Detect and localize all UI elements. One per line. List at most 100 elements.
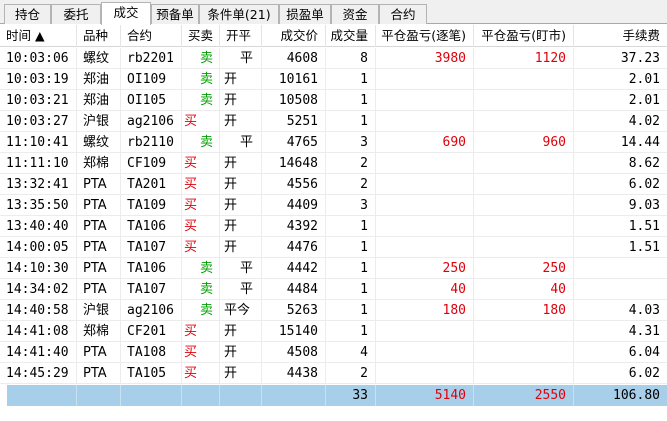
col-contract[interactable]: 合约: [121, 25, 182, 47]
col-volume[interactable]: 成交量: [326, 25, 376, 47]
cell-fee: 4.03: [628, 303, 660, 318]
cell-pnl-fifo: [376, 342, 474, 363]
tab-prepared-orders[interactable]: 预备单: [151, 4, 199, 24]
cell-volume: 1: [326, 69, 376, 90]
cell-open-close: 开: [220, 237, 262, 258]
cell-time: 13:32:41: [0, 174, 77, 195]
cell-price: 5251: [262, 111, 326, 132]
table-row[interactable]: 10:03:27 沪银 ag2106 买开 5251 1 4.02: [0, 111, 667, 132]
total-fee: 106.80: [613, 388, 660, 403]
col-pnl-fifo[interactable]: 平仓盈亏(逐笔): [376, 25, 474, 47]
table-row[interactable]: 13:32:41 PTA TA201 买开 4556 2 6.02: [0, 174, 667, 195]
cell-contract: rb2201: [121, 48, 182, 69]
cell-side: 卖: [182, 279, 220, 300]
table-row[interactable]: 13:40:40 PTA TA106 买开 4392 1 1.51: [0, 216, 667, 237]
cell-fee: 6.02: [628, 366, 660, 381]
cell-time: 10:03:21: [0, 90, 77, 111]
cell-pnl-mtm: [474, 363, 574, 384]
cell-time: 10:03:06: [0, 48, 77, 69]
cell-open-close: 开: [220, 111, 262, 132]
col-fee[interactable]: 手续费: [574, 25, 667, 47]
cell-price: 10161: [262, 69, 326, 90]
col-price[interactable]: 成交价: [262, 25, 326, 47]
cell-price: 4409: [262, 195, 326, 216]
cell-volume: 2: [326, 153, 376, 174]
trades-table-body: 10:03:06 螺纹 rb2201 卖平 4608 8 3980 1120 37.23 10:0…: [0, 48, 667, 384]
tab-orders[interactable]: 委托: [51, 4, 101, 24]
table-row[interactable]: 14:41:08 郑棉 CF201 买开 15140 1 4.31: [0, 321, 667, 342]
cell-contract: TA109: [121, 195, 182, 216]
cell-pnl-mtm: [474, 195, 574, 216]
cell-contract: rb2110: [121, 132, 182, 153]
cell-pnl-fifo: [376, 153, 474, 174]
cell-side: 卖: [182, 300, 220, 321]
table-row[interactable]: 11:10:41 螺纹 rb2110 卖平 4765 3 690 960 14.44: [0, 132, 667, 153]
cell-product: 螺纹: [77, 132, 121, 153]
cell-product: 郑棉: [77, 153, 121, 174]
col-pnl-mtm[interactable]: 平仓盈亏(盯市): [474, 25, 574, 47]
table-row[interactable]: 11:11:10 郑棉 CF109 买开 14648 2 8.62: [0, 153, 667, 174]
table-row[interactable]: 14:41:40 PTA TA108 买开 4508 4 6.04: [0, 342, 667, 363]
col-side[interactable]: 买卖: [182, 25, 220, 47]
table-row[interactable]: 14:40:58 沪银 ag2106 卖平今 5263 1 180 180 4.03: [0, 300, 667, 321]
table-row[interactable]: 14:45:29 PTA TA105 买开 4438 2 6.02: [0, 363, 667, 384]
col-time[interactable]: 时间 ▲: [0, 25, 77, 47]
cell-open-close: 开: [220, 174, 262, 195]
table-row[interactable]: 14:34:02 PTA TA107 卖平 4484 1 40 40: [0, 279, 667, 300]
cell-side: 卖: [182, 132, 220, 153]
cell-volume: 8: [326, 48, 376, 69]
cell-pnl-fifo: 690: [376, 132, 474, 153]
table-row[interactable]: 14:00:05 PTA TA107 买开 4476 1 1.51: [0, 237, 667, 258]
cell-time: 14:34:02: [0, 279, 77, 300]
tab-conditional-orders[interactable]: 条件单(21): [199, 4, 279, 24]
cell-price: 4438: [262, 363, 326, 384]
table-row[interactable]: 13:35:50 PTA TA109 买开 4409 3 9.03: [0, 195, 667, 216]
cell-product: 郑油: [77, 90, 121, 111]
tab-positions[interactable]: 持仓: [4, 4, 51, 24]
col-product[interactable]: 品种: [77, 25, 121, 47]
total-blank-2: [77, 385, 121, 406]
cell-pnl-fifo: [376, 90, 474, 111]
total-blank-6: [262, 385, 326, 406]
table-row[interactable]: 14:10:30 PTA TA106 卖平 4442 1 250 250: [0, 258, 667, 279]
cell-pnl-fifo: [376, 216, 474, 237]
cell-open-close: 开: [220, 216, 262, 237]
cell-open-close: 平: [220, 132, 262, 153]
tab-contracts[interactable]: 合约: [379, 4, 427, 24]
table-row[interactable]: 10:03:21 郑油 OI105 卖开 10508 1 2.01: [0, 90, 667, 111]
cell-fee: 1.51: [628, 240, 660, 255]
cell-pnl-mtm: [474, 69, 574, 90]
cell-pnl-mtm: [474, 342, 574, 363]
tab-stop-orders[interactable]: 损盈单: [279, 4, 331, 24]
cell-side: 买: [182, 363, 220, 384]
cell-fee: 2.01: [628, 72, 660, 87]
cell-pnl-mtm: 40: [474, 279, 574, 300]
cell-time: 14:45:29: [0, 363, 77, 384]
cell-pnl-fifo: 3980: [376, 48, 474, 69]
cell-fee: 14.44: [620, 135, 660, 150]
cell-volume: 1: [326, 258, 376, 279]
cell-fee: 6.02: [628, 177, 660, 192]
cell-contract: OI105: [121, 90, 182, 111]
cell-fee: [574, 258, 667, 279]
tab-trades[interactable]: 成交: [101, 2, 151, 25]
cell-time: 10:03:27: [0, 111, 77, 132]
cell-fee: 4.02: [628, 114, 660, 129]
cell-volume: 3: [326, 195, 376, 216]
cell-open-close: 开: [220, 153, 262, 174]
cell-pnl-mtm: [474, 174, 574, 195]
cell-price: 14648: [262, 153, 326, 174]
col-open-close[interactable]: 开平: [220, 25, 262, 47]
cell-pnl-fifo: [376, 174, 474, 195]
cell-product: 螺纹: [77, 48, 121, 69]
cell-open-close: 平: [220, 258, 262, 279]
table-row[interactable]: 10:03:06 螺纹 rb2201 卖平 4608 8 3980 1120 37.23: [0, 48, 667, 69]
cell-fee: 6.04: [628, 345, 660, 360]
table-header: 时间 ▲ 品种 合约 买卖 开平 成交价 成交量 平仓盈亏(逐笔) 平仓盈亏(盯…: [0, 25, 667, 47]
cell-contract: CF109: [121, 153, 182, 174]
tab-funds[interactable]: 资金: [331, 4, 379, 24]
cell-contract: TA106: [121, 258, 182, 279]
cell-fee: 9.03: [628, 198, 660, 213]
cell-side: 买: [182, 111, 220, 132]
table-row[interactable]: 10:03:19 郑油 OI109 卖开 10161 1 2.01: [0, 69, 667, 90]
